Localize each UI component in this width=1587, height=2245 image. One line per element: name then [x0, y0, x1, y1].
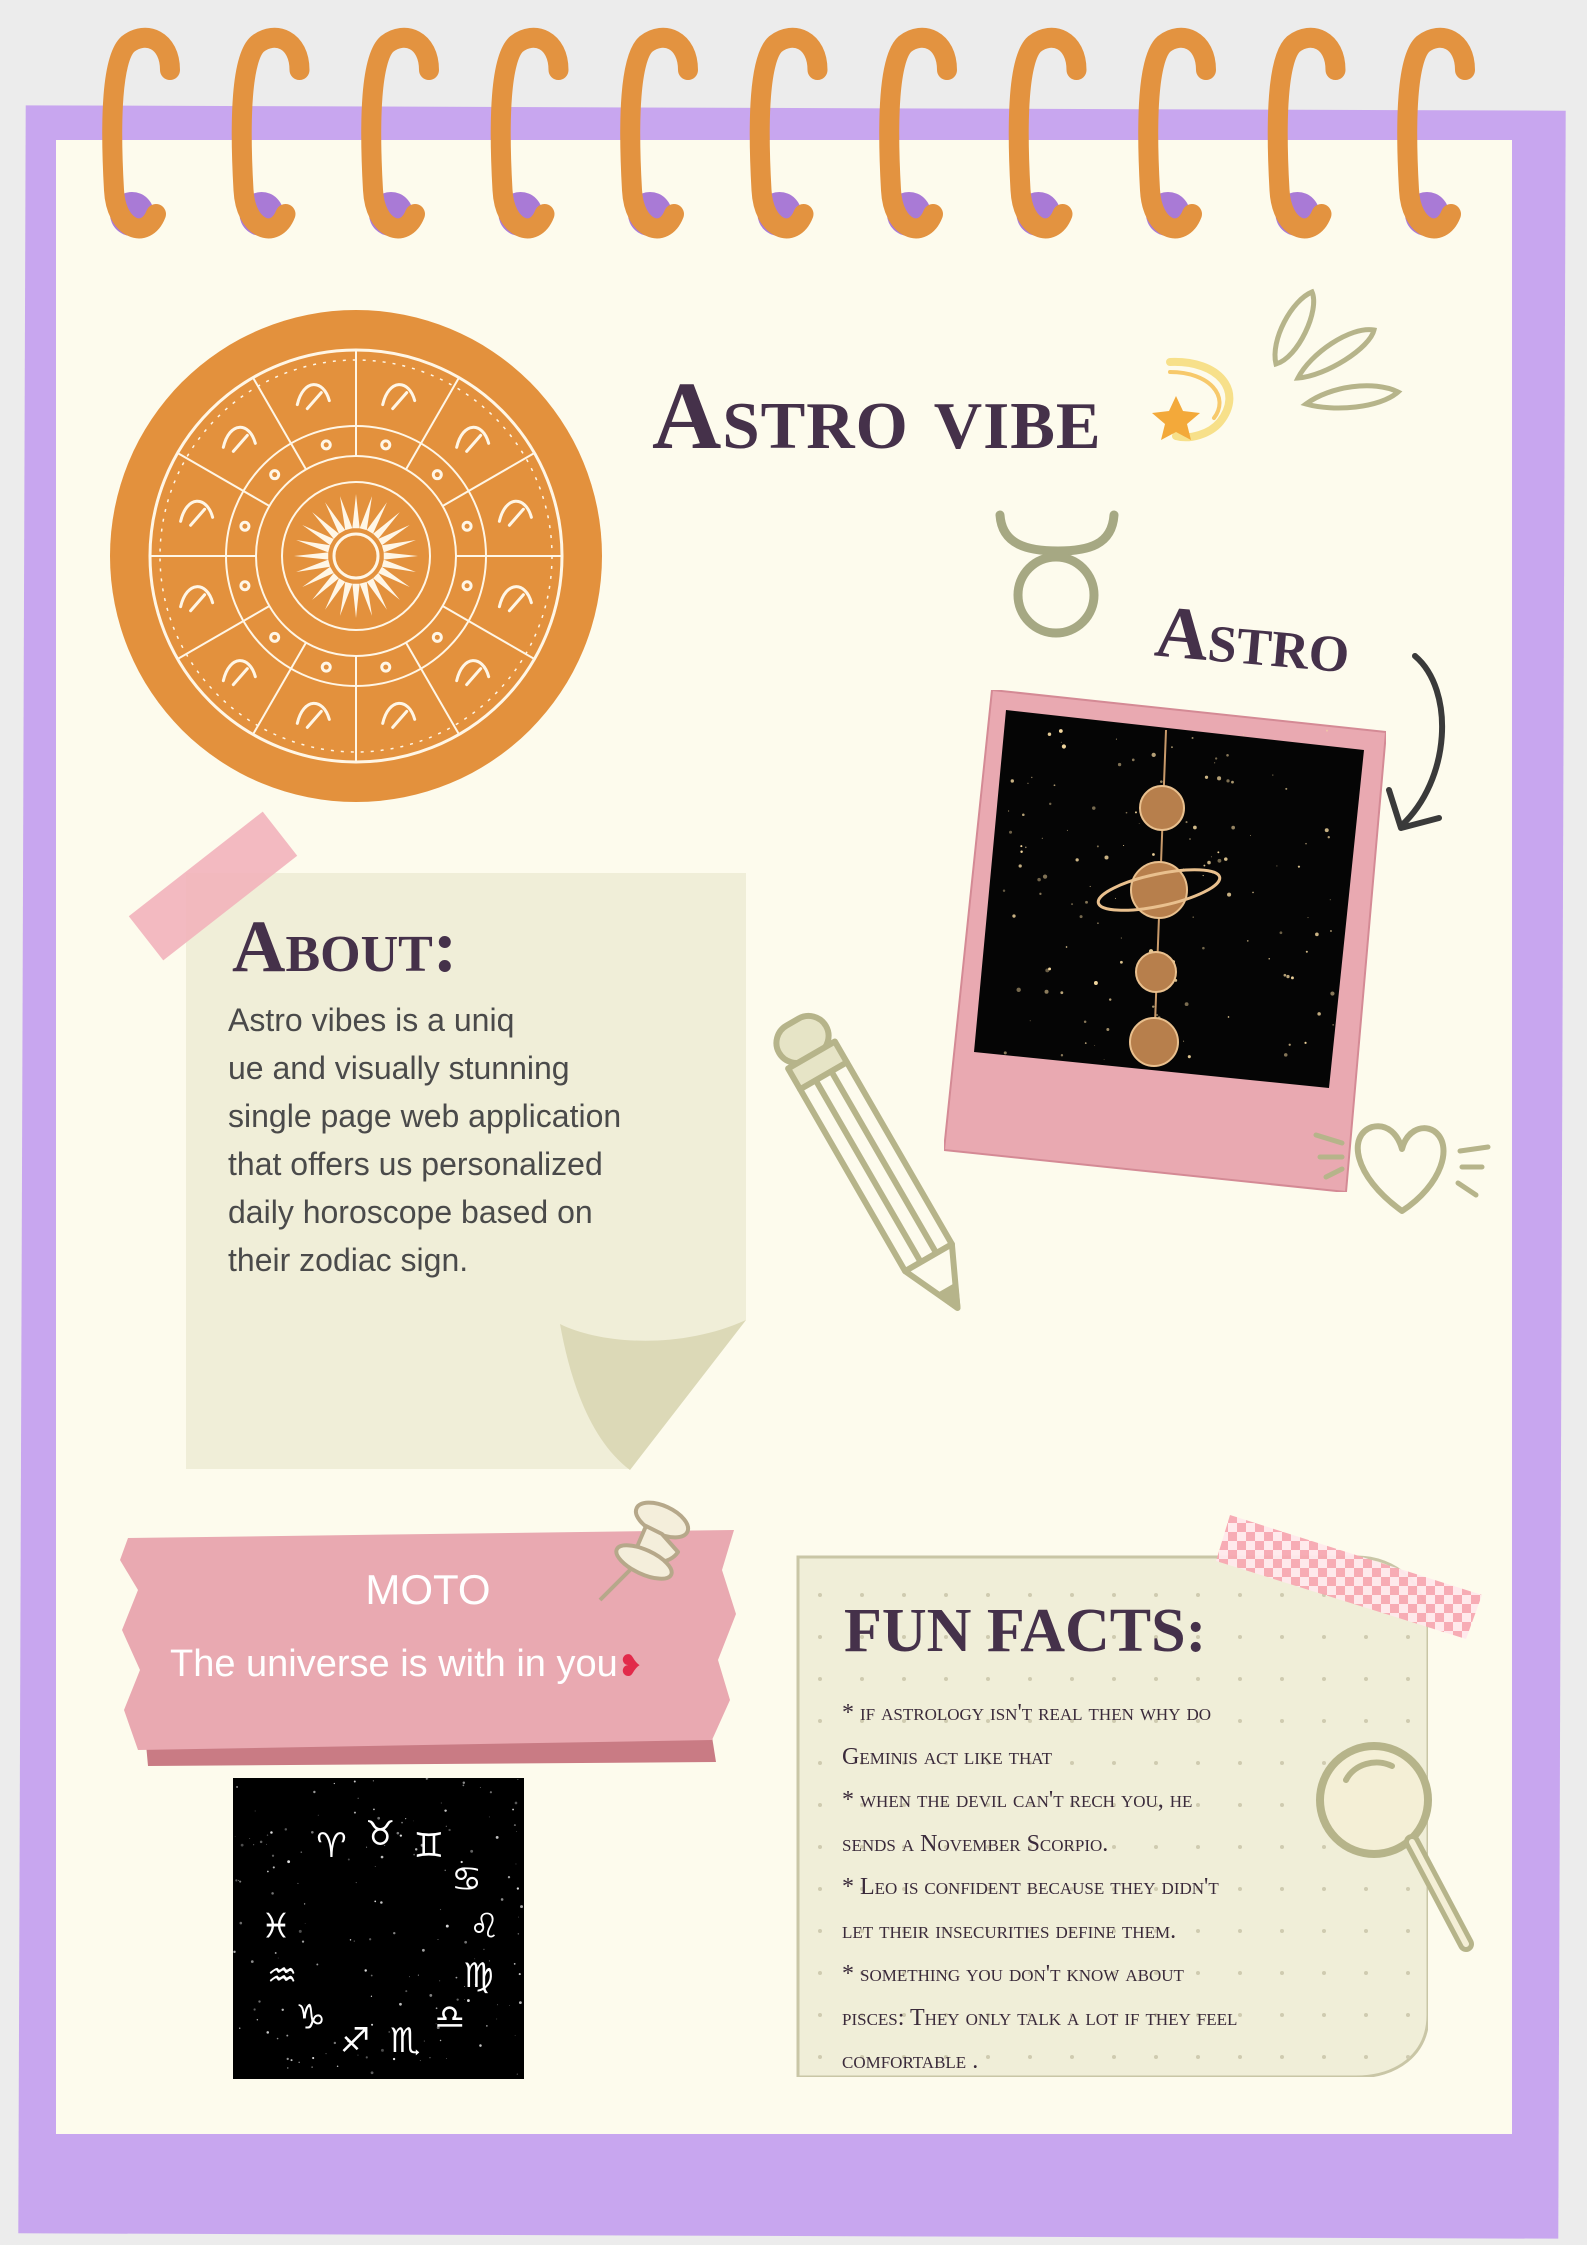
pencil-icon [773, 1012, 961, 1311]
fun-fact-line: sends a November Scorpio. [842, 1830, 1109, 1857]
fun-fact-line: Geminis act like that [842, 1743, 1053, 1770]
curved-arrow-icon [1386, 653, 1446, 831]
about-line: that offers us personalized [228, 1146, 603, 1182]
spiral-ring [361, 27, 439, 239]
spiral-ring [620, 27, 698, 239]
moto-text-line: The universe is with in you [170, 1643, 618, 1685]
spiral-rings [102, 27, 1475, 239]
star-icon [1152, 357, 1234, 442]
page-title: Astro vibe [652, 362, 1102, 469]
taurus-icon [995, 510, 1119, 638]
svg-text:♊: ♊ [414, 1826, 444, 1866]
hearts-icon: ❥ [617, 1650, 643, 1683]
about-line: single page web application [228, 1098, 622, 1134]
fun-fact-line: * if astrology isn't real then why do [842, 1700, 1212, 1726]
svg-text:♐: ♐ [340, 2021, 370, 2061]
checkered-tape [1216, 1515, 1482, 1639]
spiral-ring [102, 27, 180, 239]
fun-facts-list: * if astrology isn't real then why do Ge… [842, 1692, 1362, 2084]
fun-fact-line: comfortable . [842, 2048, 979, 2074]
spiral-ring [879, 27, 957, 239]
fun-fact-line: pisces: They only talk a lot if they fee… [842, 2004, 1238, 2031]
spiral-ring [490, 27, 569, 239]
about-line: ue and visually stunning [228, 1050, 570, 1086]
zodiac-wheel-icon [110, 310, 602, 802]
svg-text:♑: ♑ [295, 1998, 325, 2038]
fun-fact-line: let their insecurities define them. [842, 1917, 1177, 1944]
moto-text: The universe is with in you❥ [170, 1643, 670, 1686]
zodiac-symbols-image: ♈ ♉ ♊ ♋ ♌ ♍ ♎ ♏ ♐ ♑ ♒ ♓ [233, 1778, 524, 2079]
svg-text:♌: ♌ [469, 1906, 499, 1946]
spiral-ring [1138, 27, 1216, 239]
fun-fact-line: * when the devil can't rech you, he [842, 1787, 1193, 1813]
fun-fact-line: * Leo is confident because they didn't [842, 1874, 1219, 1900]
heart-icon [1313, 1123, 1491, 1214]
svg-text:♒: ♒ [267, 1956, 297, 1996]
svg-text:♏: ♏ [390, 2021, 420, 2061]
about-line: their zodiac sign. [228, 1242, 469, 1278]
sparkle-icon [1272, 288, 1403, 411]
svg-text:♍: ♍ [463, 1956, 493, 1996]
fun-facts-heading: FUN FACTS: [844, 1597, 1207, 1665]
magnifier-icon [1316, 1742, 1474, 1952]
fun-fact-line: * something you don't know about [842, 1961, 1184, 1987]
spiral-ring [1267, 27, 1346, 239]
about-line: Astro vibes is a uniq [228, 1002, 515, 1038]
astro-label: Astro [1151, 590, 1354, 690]
about-note-fold [560, 1320, 746, 1470]
spiral-ring [231, 27, 310, 239]
spiral-ring [1008, 27, 1087, 239]
push-pin-icon [598, 1500, 691, 1602]
svg-text:♎: ♎ [435, 1998, 465, 2038]
about-line: daily horoscope based on [228, 1194, 593, 1230]
spiral-ring [1397, 27, 1475, 239]
svg-text:♈: ♈ [316, 1826, 346, 1866]
about-text: Astro vibes is a uniq ue and visually st… [228, 996, 698, 1284]
spiral-ring [749, 27, 828, 239]
svg-text:♉: ♉ [365, 1814, 395, 1854]
about-heading: About: [232, 906, 458, 988]
svg-text:♋: ♋ [451, 1859, 481, 1899]
svg-text:♓: ♓ [261, 1906, 291, 1946]
